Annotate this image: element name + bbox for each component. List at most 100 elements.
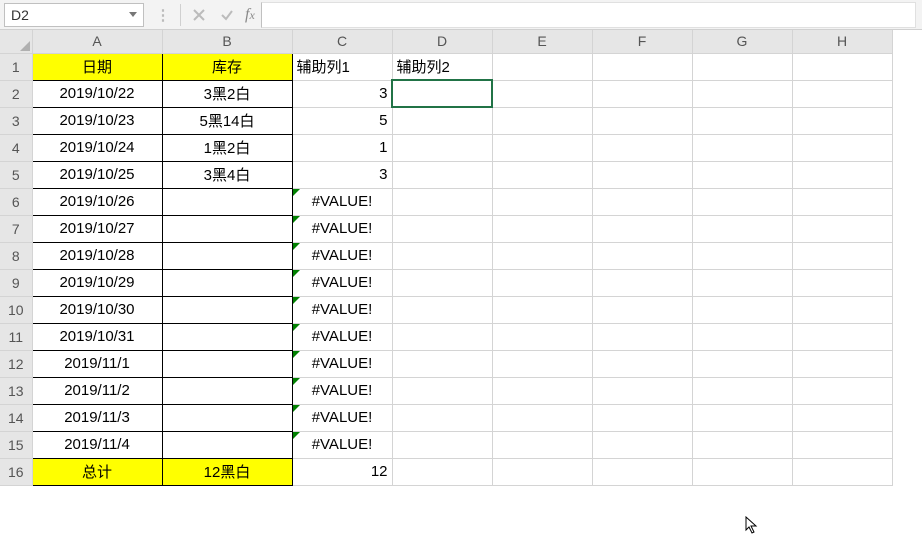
cell-E12[interactable] <box>492 350 592 377</box>
cell-G9[interactable] <box>692 269 792 296</box>
cell-E14[interactable] <box>492 404 592 431</box>
cell-E1[interactable] <box>492 53 592 80</box>
cell-B16[interactable]: 12黑白 <box>162 458 292 485</box>
cell-F10[interactable] <box>592 296 692 323</box>
cell-B4[interactable]: 1黑2白 <box>162 134 292 161</box>
cell-D10[interactable] <box>392 296 492 323</box>
column-header-B[interactable]: B <box>162 30 292 53</box>
cell-G4[interactable] <box>692 134 792 161</box>
select-all-corner[interactable] <box>0 30 32 53</box>
cell-A13[interactable]: 2019/11/2 <box>32 377 162 404</box>
column-header-H[interactable]: H <box>792 30 892 53</box>
cell-A16[interactable]: 总计 <box>32 458 162 485</box>
cell-A5[interactable]: 2019/10/25 <box>32 161 162 188</box>
cell-D13[interactable] <box>392 377 492 404</box>
cell-D3[interactable] <box>392 107 492 134</box>
cell-G7[interactable] <box>692 215 792 242</box>
row-header-14[interactable]: 14 <box>0 404 32 431</box>
cell-H14[interactable] <box>792 404 892 431</box>
cell-C13[interactable]: #VALUE! <box>292 377 392 404</box>
cell-F14[interactable] <box>592 404 692 431</box>
cell-E7[interactable] <box>492 215 592 242</box>
cell-A11[interactable]: 2019/10/31 <box>32 323 162 350</box>
cell-C14[interactable]: #VALUE! <box>292 404 392 431</box>
cell-G2[interactable] <box>692 80 792 107</box>
cell-G14[interactable] <box>692 404 792 431</box>
cell-A2[interactable]: 2019/10/22 <box>32 80 162 107</box>
cell-D11[interactable] <box>392 323 492 350</box>
cell-G10[interactable] <box>692 296 792 323</box>
cell-D7[interactable] <box>392 215 492 242</box>
cell-A6[interactable]: 2019/10/26 <box>32 188 162 215</box>
row-header-8[interactable]: 8 <box>0 242 32 269</box>
cell-C16[interactable]: 12 <box>292 458 392 485</box>
cell-C2[interactable]: 3 <box>292 80 392 107</box>
cell-C12[interactable]: #VALUE! <box>292 350 392 377</box>
cell-C3[interactable]: 5 <box>292 107 392 134</box>
cell-A4[interactable]: 2019/10/24 <box>32 134 162 161</box>
cell-H3[interactable] <box>792 107 892 134</box>
cell-A8[interactable]: 2019/10/28 <box>32 242 162 269</box>
cell-H8[interactable] <box>792 242 892 269</box>
cell-C5[interactable]: 3 <box>292 161 392 188</box>
spreadsheet-grid[interactable]: ABCDEFGH1日期库存辅助列1辅助列222019/10/223黑2白3320… <box>0 30 922 530</box>
cell-A15[interactable]: 2019/11/4 <box>32 431 162 458</box>
row-header-13[interactable]: 13 <box>0 377 32 404</box>
row-header-2[interactable]: 2 <box>0 80 32 107</box>
cell-H12[interactable] <box>792 350 892 377</box>
column-header-C[interactable]: C <box>292 30 392 53</box>
column-header-D[interactable]: D <box>392 30 492 53</box>
row-header-6[interactable]: 6 <box>0 188 32 215</box>
cell-B1[interactable]: 库存 <box>162 53 292 80</box>
row-header-1[interactable]: 1 <box>0 53 32 80</box>
cell-F12[interactable] <box>592 350 692 377</box>
cell-E13[interactable] <box>492 377 592 404</box>
cell-H1[interactable] <box>792 53 892 80</box>
cell-H4[interactable] <box>792 134 892 161</box>
cell-G1[interactable] <box>692 53 792 80</box>
cell-B8[interactable] <box>162 242 292 269</box>
cell-H2[interactable] <box>792 80 892 107</box>
row-header-5[interactable]: 5 <box>0 161 32 188</box>
row-header-10[interactable]: 10 <box>0 296 32 323</box>
row-header-16[interactable]: 16 <box>0 458 32 485</box>
cell-C15[interactable]: #VALUE! <box>292 431 392 458</box>
cell-H11[interactable] <box>792 323 892 350</box>
cell-F13[interactable] <box>592 377 692 404</box>
cell-C7[interactable]: #VALUE! <box>292 215 392 242</box>
cell-G6[interactable] <box>692 188 792 215</box>
cell-B14[interactable] <box>162 404 292 431</box>
cell-E6[interactable] <box>492 188 592 215</box>
cell-H6[interactable] <box>792 188 892 215</box>
cell-A12[interactable]: 2019/11/1 <box>32 350 162 377</box>
cell-B6[interactable] <box>162 188 292 215</box>
cell-D2[interactable] <box>392 80 492 107</box>
cell-D1[interactable]: 辅助列2 <box>392 53 492 80</box>
column-header-A[interactable]: A <box>32 30 162 53</box>
cell-B2[interactable]: 3黑2白 <box>162 80 292 107</box>
cell-A14[interactable]: 2019/11/3 <box>32 404 162 431</box>
cell-H10[interactable] <box>792 296 892 323</box>
cell-B12[interactable] <box>162 350 292 377</box>
cell-G5[interactable] <box>692 161 792 188</box>
cell-D9[interactable] <box>392 269 492 296</box>
cell-E8[interactable] <box>492 242 592 269</box>
cell-G8[interactable] <box>692 242 792 269</box>
cell-H5[interactable] <box>792 161 892 188</box>
cell-A7[interactable]: 2019/10/27 <box>32 215 162 242</box>
cell-E16[interactable] <box>492 458 592 485</box>
cell-A9[interactable]: 2019/10/29 <box>32 269 162 296</box>
cell-C6[interactable]: #VALUE! <box>292 188 392 215</box>
cell-E11[interactable] <box>492 323 592 350</box>
chevron-down-icon[interactable] <box>129 12 137 17</box>
cell-F11[interactable] <box>592 323 692 350</box>
cell-G15[interactable] <box>692 431 792 458</box>
cell-B3[interactable]: 5黑14白 <box>162 107 292 134</box>
cell-F16[interactable] <box>592 458 692 485</box>
cell-A10[interactable]: 2019/10/30 <box>32 296 162 323</box>
cell-F15[interactable] <box>592 431 692 458</box>
cell-A1[interactable]: 日期 <box>32 53 162 80</box>
cell-F1[interactable] <box>592 53 692 80</box>
cell-H15[interactable] <box>792 431 892 458</box>
cell-D12[interactable] <box>392 350 492 377</box>
